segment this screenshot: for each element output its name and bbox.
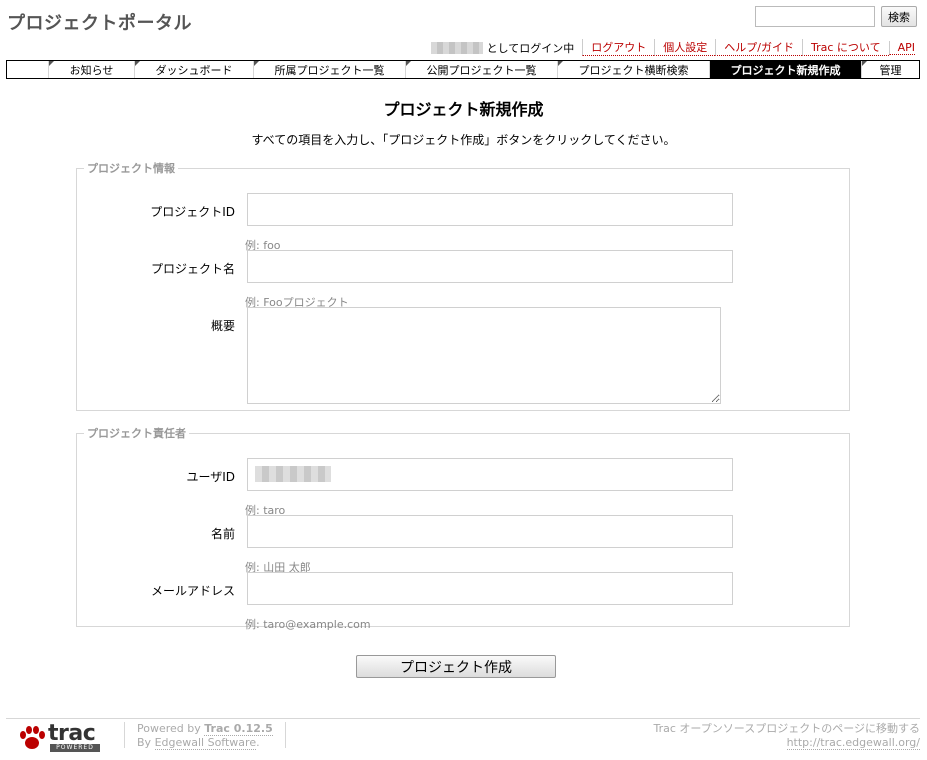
page-intro: すべての項目を入力し、「プロジェクト作成」ボタンをクリックしてください。 xyxy=(251,133,676,147)
tab-cross-search[interactable]: プロジェクト横断検索 xyxy=(558,61,710,78)
meta-nav: としてログイン中 ログアウト 個人設定 ヘルプ/ガイド Trac について AP… xyxy=(430,39,915,56)
edgewall-link[interactable]: Edgewall Software xyxy=(154,736,257,750)
tab-public-projects[interactable]: 公開プロジェクト一覧 xyxy=(406,61,558,78)
user-id-redacted xyxy=(255,466,331,482)
trac-site-link[interactable]: http://trac.edgewall.org/ xyxy=(786,736,920,750)
project-info-legend: プロジェクト情報 xyxy=(87,162,175,175)
tab-admin[interactable]: 管理 xyxy=(862,61,919,78)
email-label: メールアドレス xyxy=(150,584,235,598)
tab-my-projects[interactable]: 所属プロジェクト一覧 xyxy=(254,61,406,78)
project-owner-legend: プロジェクト責任者 xyxy=(87,427,186,440)
project-id-input[interactable] xyxy=(247,193,733,226)
trac-logo-word: trac xyxy=(48,721,96,746)
trac-powered-logo[interactable]: trac POWERED xyxy=(18,721,102,752)
email-hint: 例: taro@example.com xyxy=(245,618,371,631)
project-info-fieldset: プロジェクト情報 プロジェクトID 例: foo プロジェクト名 例: Fooプ… xyxy=(76,160,850,411)
owner-name-label: 名前 xyxy=(210,527,235,541)
main-nav: お知らせ ダッシュボード 所属プロジェクト一覧 公開プロジェクト一覧 プロジェク… xyxy=(6,60,920,79)
project-name-input[interactable] xyxy=(247,250,733,283)
powered-by-text: Powered by xyxy=(137,722,201,735)
project-name-label: プロジェクト名 xyxy=(150,262,235,276)
tab-news[interactable]: お知らせ xyxy=(49,61,135,78)
logout-link[interactable]: ログアウト xyxy=(582,39,655,56)
preferences-link[interactable]: 個人設定 xyxy=(654,39,716,56)
project-id-label: プロジェクトID xyxy=(150,205,235,219)
username-redacted xyxy=(430,41,483,54)
trac-version-link[interactable]: Trac 0.12.5 xyxy=(204,722,273,736)
search-input[interactable] xyxy=(755,6,875,27)
about-trac-link[interactable]: Trac について xyxy=(802,39,889,56)
project-owner-fieldset: プロジェクト責任者 ユーザID 例: taro 名前 例: 山田 太郎 メールア… xyxy=(76,425,850,631)
api-link[interactable]: API xyxy=(888,40,915,55)
page-title: プロジェクト新規作成 xyxy=(383,100,544,119)
description-label: 概要 xyxy=(210,319,235,333)
paw-icon xyxy=(20,726,45,749)
search-form: 検索 xyxy=(755,6,917,27)
login-status: としてログイン中 xyxy=(486,41,575,55)
portal-title: プロジェクトポータル xyxy=(7,13,192,34)
description-textarea[interactable] xyxy=(247,307,721,404)
period-text: . xyxy=(256,736,260,749)
user-id-field-wrap xyxy=(247,458,733,491)
tab-dashboard[interactable]: ダッシュボード xyxy=(135,61,254,78)
nav-spacer xyxy=(7,61,49,78)
owner-name-input[interactable] xyxy=(247,515,733,548)
help-guide-link[interactable]: ヘルプ/ガイド xyxy=(715,39,802,56)
powered-badge: POWERED xyxy=(50,744,100,752)
tab-new-project[interactable]: プロジェクト新規作成 xyxy=(710,61,862,78)
search-button[interactable]: 検索 xyxy=(881,6,917,27)
email-input[interactable] xyxy=(247,572,733,605)
footer-powered-by: Powered by Trac 0.12.5 By Edgewall Softw… xyxy=(124,722,286,750)
footer-divider xyxy=(6,718,920,719)
footer-right: Trac オープンソースプロジェクトのページに移動する http://trac.… xyxy=(654,722,920,750)
create-project-button[interactable]: プロジェクト作成 xyxy=(356,655,556,678)
trac-project-text: Trac オープンソースプロジェクトのページに移動する xyxy=(653,722,920,735)
by-text: By xyxy=(137,736,152,749)
user-id-label: ユーザID xyxy=(186,470,235,484)
